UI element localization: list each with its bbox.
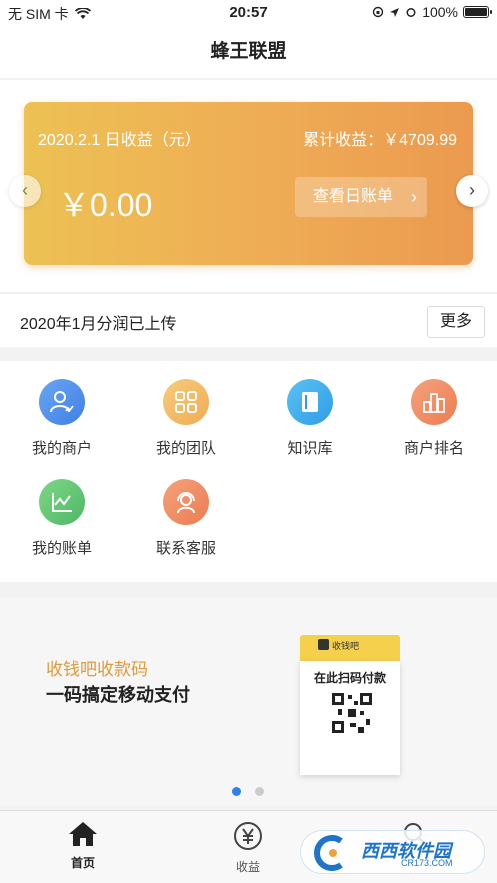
menu-item-customer-service[interactable]: 联系客服 bbox=[124, 479, 248, 579]
tab-home-label: 首页 bbox=[70, 856, 95, 870]
team-grid-icon bbox=[163, 379, 209, 425]
battery-percent: 100% bbox=[422, 4, 458, 20]
menu-item-label: 我的团队 bbox=[155, 440, 216, 457]
carousel-next-button[interactable]: › bbox=[456, 175, 488, 207]
banner-tagline: 收钱吧收款码 bbox=[46, 660, 148, 679]
home-icon bbox=[69, 822, 97, 846]
daily-earnings-label: 2020.2.1 日收益（元） bbox=[38, 132, 201, 149]
page-title: 蜂王联盟 bbox=[210, 41, 287, 62]
alarm-icon bbox=[406, 8, 416, 17]
yen-icon bbox=[234, 822, 262, 850]
brand-logo-icon bbox=[318, 639, 329, 650]
promo-banner[interactable]: 收钱吧收款码 一码搞定移动支付 收钱吧 在此扫码付款 bbox=[0, 597, 497, 805]
sign-brand: 收钱吧 bbox=[332, 641, 360, 651]
customer-service-icon bbox=[163, 479, 209, 525]
menu-item-label: 我的商户 bbox=[31, 440, 92, 457]
ranking-icon bbox=[411, 379, 457, 425]
view-daily-bill-button[interactable]: 查看日账单 › bbox=[295, 177, 427, 217]
menu-item-label: 知识库 bbox=[287, 440, 333, 457]
carousel-prev-button[interactable]: ‹ bbox=[9, 175, 41, 207]
more-button[interactable]: 更多 bbox=[427, 306, 485, 338]
menu-item-merchant-ranking[interactable]: 商户排名 bbox=[372, 379, 496, 479]
menu-item-knowledge-base[interactable]: 知识库 bbox=[248, 379, 372, 479]
notice-text[interactable]: 2020年1月分润已上传 bbox=[20, 310, 177, 334]
nav-bar: 蜂王联盟 bbox=[0, 26, 497, 78]
watermark-url: CR173.COM bbox=[401, 858, 453, 868]
menu-item-label: 商户排名 bbox=[403, 440, 464, 457]
status-bar: 无 SIM 卡 20:57 100% bbox=[0, 0, 497, 26]
rotation-lock-icon bbox=[372, 6, 384, 18]
carousel-dots bbox=[232, 787, 264, 796]
chevron-right-icon: › bbox=[469, 180, 475, 200]
chart-line-icon bbox=[39, 479, 85, 525]
menu-item-my-bill[interactable]: 我的账单 bbox=[0, 479, 124, 579]
chevron-left-icon: ‹ bbox=[22, 180, 28, 200]
view-daily-bill-label: 查看日账单 bbox=[313, 188, 394, 205]
merchant-icon bbox=[39, 379, 85, 425]
menu-grid: 我的商户 我的团队 知识库 商户排名 我的账单 联系客服 bbox=[0, 361, 497, 582]
sign-header: 收钱吧 bbox=[300, 635, 400, 661]
menu-item-my-team[interactable]: 我的团队 bbox=[124, 379, 248, 479]
menu-item-my-merchants[interactable]: 我的商户 bbox=[0, 379, 124, 479]
earnings-card[interactable]: 2020.2.1 日收益（元） 累计收益：￥4709.99 ￥0.00 查看日账… bbox=[24, 102, 473, 265]
daily-earnings-amount: ￥0.00 bbox=[58, 187, 153, 223]
battery-icon bbox=[463, 6, 492, 18]
qr-sign-image: 收钱吧 在此扫码付款 bbox=[300, 635, 400, 775]
location-icon bbox=[390, 7, 400, 17]
notice-row: 2020年1月分润已上传 更多 bbox=[0, 293, 497, 347]
chevron-right-icon: › bbox=[411, 187, 417, 207]
watermark: 西西软件园 CR173.COM bbox=[300, 830, 485, 874]
watermark-logo-icon bbox=[314, 835, 343, 871]
tab-home[interactable]: 首页 bbox=[43, 821, 123, 871]
sign-scan-text: 在此扫码付款 bbox=[313, 671, 386, 685]
tab-earnings-label: 收益 bbox=[235, 860, 260, 874]
carousel-dot[interactable] bbox=[255, 787, 264, 796]
earnings-section: 2020.2.1 日收益（元） 累计收益：￥4709.99 ￥0.00 查看日账… bbox=[0, 80, 497, 292]
banner-headline: 一码搞定移动支付 bbox=[46, 685, 190, 705]
tab-earnings[interactable]: 收益 bbox=[208, 821, 288, 875]
sign-body: 在此扫码付款 bbox=[300, 661, 400, 775]
status-right-group: 100% bbox=[372, 4, 492, 20]
carousel-dot-active[interactable] bbox=[232, 787, 241, 796]
menu-item-label: 联系客服 bbox=[155, 540, 216, 557]
qr-code-icon bbox=[330, 691, 374, 735]
total-earnings-label: 累计收益：￥4709.99 bbox=[303, 132, 457, 149]
menu-item-label: 我的账单 bbox=[31, 540, 92, 557]
book-icon bbox=[287, 379, 333, 425]
